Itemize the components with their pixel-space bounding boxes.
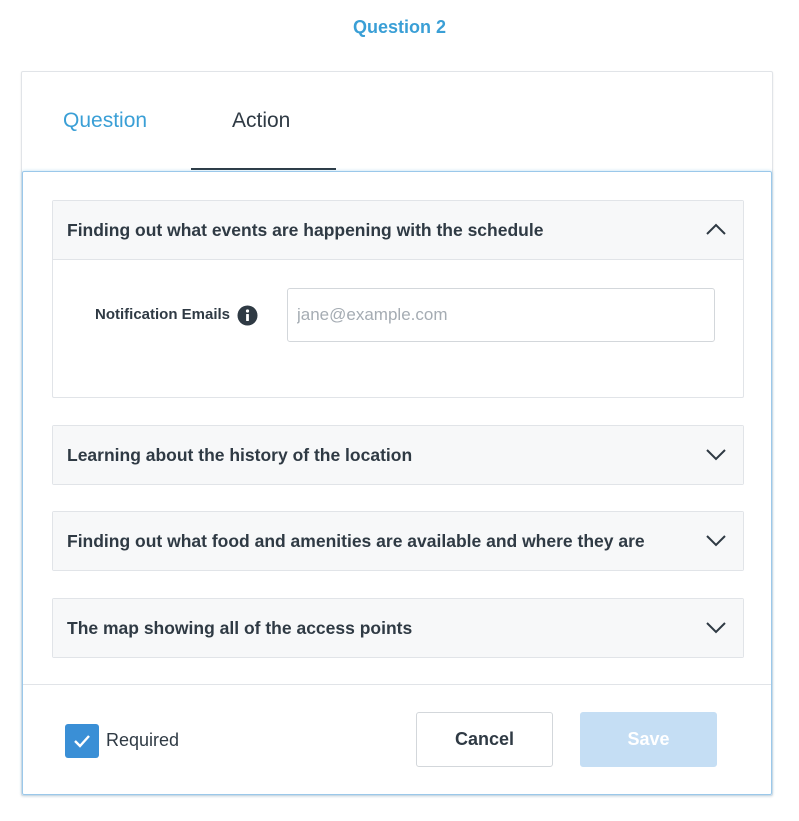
info-icon[interactable] — [237, 305, 258, 326]
chevron-down-icon — [706, 622, 726, 634]
save-button[interactable]: Save — [580, 712, 717, 767]
accordion-header[interactable]: Finding out what food and amenities are … — [53, 512, 743, 570]
accordion-body: Notification Emails — [53, 259, 743, 397]
accordion-header[interactable]: Learning about the history of the locati… — [53, 426, 743, 484]
accordion-header[interactable]: The map showing all of the access points — [53, 599, 743, 657]
accordion-history: Learning about the history of the locati… — [52, 425, 744, 485]
required-label: Required — [106, 730, 180, 750]
accordion-title: Learning about the history of the locati… — [67, 445, 413, 465]
checkmark-icon — [74, 735, 90, 748]
accordion-events: Finding out what events are happening wi… — [52, 200, 744, 398]
chevron-up-icon — [706, 223, 726, 235]
required-checkbox[interactable] — [65, 724, 99, 758]
accordion-food-amenities: Finding out what food and amenities are … — [52, 511, 744, 571]
tab-action[interactable]: Action — [232, 109, 290, 133]
active-tab-indicator — [191, 168, 336, 170]
question-card: Question Action Finding out what events … — [21, 71, 773, 796]
accordion-title: The map showing all of the access points — [67, 618, 413, 638]
accordion-title: Finding out what events are happening wi… — [67, 220, 544, 240]
page-title: Question 2 — [352, 17, 446, 37]
accordion-map-access: The map showing all of the access points — [52, 598, 744, 658]
footer-divider — [23, 684, 771, 685]
action-panel: Finding out what events are happening wi… — [22, 171, 772, 795]
tab-question[interactable]: Question — [63, 109, 147, 133]
tab-bar: Question Action — [22, 72, 772, 172]
cancel-button[interactable]: Cancel — [416, 712, 553, 767]
notification-emails-label: Notification Emails — [95, 306, 231, 323]
notification-emails-input[interactable] — [287, 288, 715, 342]
accordion-header[interactable]: Finding out what events are happening wi… — [53, 201, 743, 259]
chevron-down-icon — [706, 535, 726, 547]
accordion-title: Finding out what food and amenities are … — [67, 531, 645, 551]
chevron-down-icon — [706, 449, 726, 461]
